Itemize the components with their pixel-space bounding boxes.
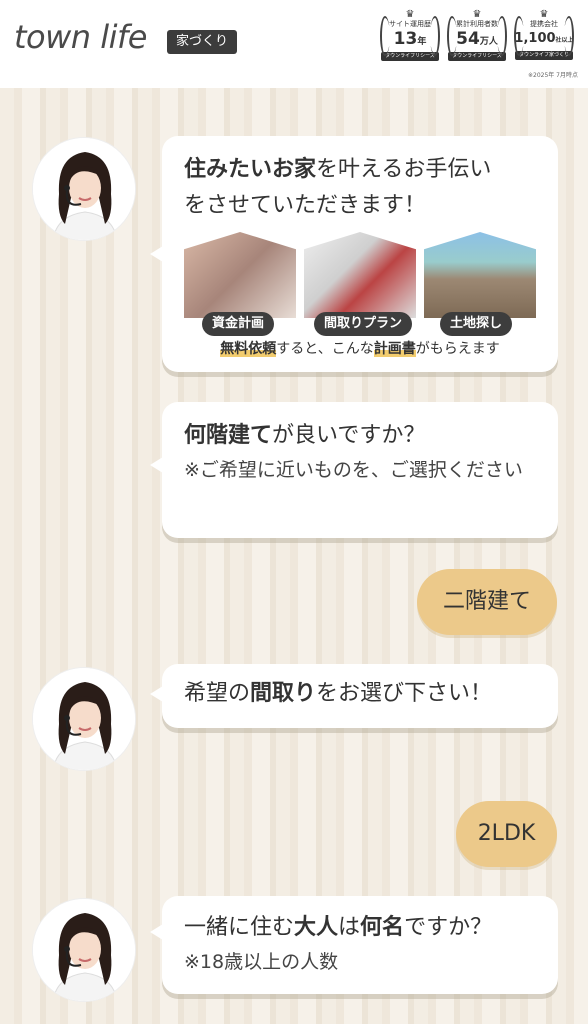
award-value: 13 — [393, 29, 418, 49]
operator-avatar — [32, 137, 136, 241]
intro-rest: を叶えるお手伝い — [316, 157, 492, 182]
award-badge-years: ♛ サイト運用歴 13年 タウンライフリシーズ — [380, 10, 440, 72]
crown-icon: ♛ — [405, 9, 415, 20]
operator-avatar-icon — [33, 138, 135, 240]
award-ribbon: タウンライフリシーズ — [448, 52, 506, 61]
message-bubble-adults: 一緒に住む大人は何名ですか？ ※18歳以上の人数 — [150, 896, 558, 994]
message-bubble-intro: 住みたいお家を叶えるお手伝い をさせていただきます！ 資金計画 間取りプラン 土… — [150, 136, 558, 372]
floorplan-photo — [304, 232, 416, 318]
award-unit: 年 — [417, 37, 427, 47]
header: town life 家づくり ♛ サイト運用歴 13年 タウンライフリシーズ ♛… — [0, 0, 588, 88]
logo[interactable]: town life — [14, 18, 147, 56]
award-ribbon: タウンライフ家づくり — [515, 51, 573, 60]
operator-avatar — [32, 667, 136, 771]
free-request: 無料依頼 — [220, 341, 277, 357]
operator-avatar — [32, 898, 136, 1002]
operator-avatar-icon — [33, 668, 135, 770]
photo-label-finance: 資金計画 — [202, 312, 275, 336]
land-photo — [424, 232, 536, 318]
service-photos: 資金計画 間取りプラン 土地探し — [184, 232, 536, 336]
photo-label-floorplan: 間取りプラン — [314, 312, 413, 336]
finance-photo — [184, 232, 296, 318]
answer-floors[interactable]: 二階建て — [417, 569, 557, 635]
award-badge-partners: ♛ 提携会社 1,100社以上 タウンライフ家づくり — [514, 10, 574, 72]
adults-subtext: ※18歳以上の人数 — [184, 951, 339, 973]
floors-subtext: ※ご希望に近いものを、ご選択ください — [184, 459, 523, 481]
intro-footnote: 無料依頼すると、こんな計画書がもらえます — [220, 341, 500, 357]
intro-line2: をさせていただきます！ — [184, 193, 427, 218]
message-bubble-floors: 何階建てが良いですか？ ※ご希望に近いものを、ご選択ください — [150, 402, 558, 538]
operator-avatar-icon — [33, 899, 135, 1001]
logo-tag: 家づくり — [167, 30, 238, 54]
crown-icon: ♛ — [539, 9, 549, 20]
award-value: 54 — [456, 29, 480, 49]
award-badge-users: ♛ 累計利用者数 54万人 タウンライフリシーズ — [447, 10, 507, 72]
answer-layout[interactable]: 2LDK — [456, 801, 557, 867]
intro-bold: 住みたいお家 — [184, 157, 317, 182]
crown-icon: ♛ — [472, 9, 482, 20]
photo-label-land: 土地探し — [440, 312, 513, 336]
award-ribbon: タウンライフリシーズ — [381, 52, 439, 61]
message-bubble-layout: 希望の間取りをお選び下さい！ — [150, 664, 558, 728]
award-note: ※2025年 7月時点 — [527, 72, 578, 79]
award-unit: 万人 — [479, 37, 498, 47]
